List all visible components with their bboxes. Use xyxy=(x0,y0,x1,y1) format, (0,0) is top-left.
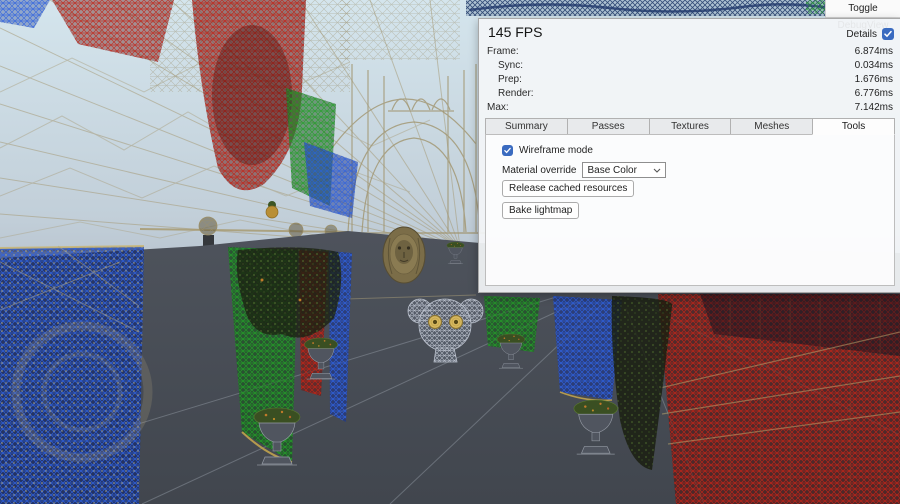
banner-blue-below-panel xyxy=(553,296,622,400)
curtain-red-right xyxy=(658,294,900,504)
check-icon xyxy=(884,30,892,38)
wireframe-checkbox[interactable] xyxy=(502,145,513,156)
stat-row-prep: Prep: 1.676ms xyxy=(487,73,893,87)
debug-panel: 145 FPS Details Frame: 6.874ms Sync: 0.0… xyxy=(478,18,900,293)
details-toggle[interactable]: Details xyxy=(846,28,894,40)
lion-head xyxy=(383,227,425,283)
check-icon xyxy=(504,147,511,154)
curtain-blue-left xyxy=(0,246,148,504)
toggle-debugview-button[interactable]: Toggle DebugView xyxy=(825,0,900,18)
debug-tabs: Summary Passes Textures Meshes Tools xyxy=(485,118,895,135)
tab-summary[interactable]: Summary xyxy=(485,118,568,135)
tab-tools[interactable]: Tools xyxy=(812,118,895,135)
wireframe-mode-toggle[interactable]: Wireframe mode xyxy=(502,145,593,156)
chevron-down-icon xyxy=(653,168,661,173)
material-override-select[interactable]: Base Color xyxy=(582,162,666,178)
material-override-value: Base Color xyxy=(587,165,636,176)
frame-stats: Frame: 6.874ms Sync: 0.034ms Prep: 1.676… xyxy=(487,45,893,115)
tab-textures[interactable]: Textures xyxy=(649,118,732,135)
stat-row-render: Render: 6.776ms xyxy=(487,87,893,101)
tools-tab-content: Wireframe mode Material override Base Co… xyxy=(485,134,895,286)
wireframe-mesh-patch-2 xyxy=(340,0,460,60)
app-window: Toggle DebugView 145 FPS Details Frame: … xyxy=(0,0,900,504)
tab-passes[interactable]: Passes xyxy=(567,118,650,135)
stat-row-sync: Sync: 0.034ms xyxy=(487,59,893,73)
material-override-label: Material override xyxy=(502,165,576,176)
stat-row-frame: Frame: 6.874ms xyxy=(487,45,893,59)
stat-row-max: Max: 7.142ms xyxy=(487,101,893,115)
bake-lightmap-button[interactable]: Bake lightmap xyxy=(502,202,579,219)
release-cached-resources-button[interactable]: Release cached resources xyxy=(502,180,634,197)
wireframe-mode-label: Wireframe mode xyxy=(519,145,593,156)
top-navy-wireframe xyxy=(466,0,832,16)
tab-meshes[interactable]: Meshes xyxy=(730,118,813,135)
fps-counter: 145 FPS xyxy=(488,24,542,40)
details-label: Details xyxy=(846,29,877,40)
material-override-row: Material override Base Color xyxy=(502,162,666,178)
ivy-foliage-center xyxy=(237,247,341,337)
details-checkbox[interactable] xyxy=(882,28,894,40)
